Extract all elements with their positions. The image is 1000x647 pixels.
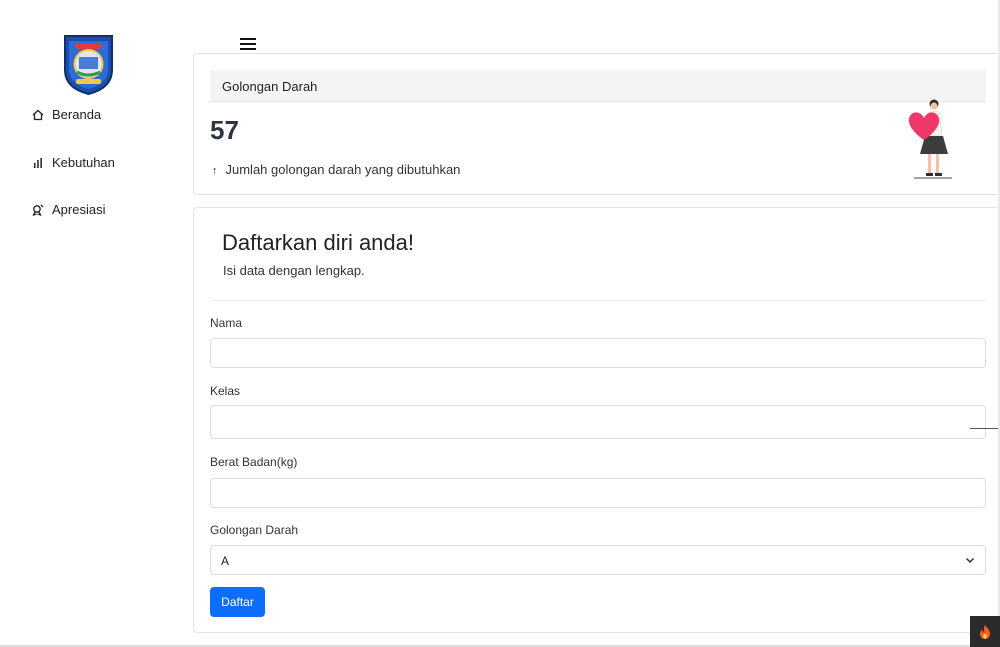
berat-badan-label: Berat Badan(kg) (210, 455, 298, 469)
bar-chart-icon (31, 156, 45, 170)
golongan-darah-label: Golongan Darah (210, 523, 299, 537)
daftar-button[interactable]: Daftar (210, 587, 265, 617)
stat-value: 57 (210, 115, 239, 145)
flame-icon (980, 624, 990, 639)
kelas-input[interactable] (210, 405, 986, 439)
form-divider (210, 300, 986, 301)
debug-toolbar-button[interactable] (970, 616, 1000, 647)
nama-label: Nama (210, 316, 243, 330)
sidebar-item-label: Kebutuhan (52, 155, 115, 170)
chevron-down-icon (965, 557, 975, 564)
regional-emblem-logo (64, 35, 113, 96)
form-title: Daftarkan diri anda! (222, 230, 414, 255)
sidebar: Beranda Kebutuhan Apresiasi (0, 0, 180, 647)
berat-badan-input[interactable] (210, 478, 986, 508)
sidebar-item-beranda[interactable]: Beranda (31, 107, 101, 122)
registration-form-card: Daftarkan diri anda! Isi data dengan len… (193, 207, 1000, 633)
form-subtitle: Isi data dengan lengkap. (223, 263, 365, 278)
sidebar-item-apresiasi[interactable]: Apresiasi (31, 202, 105, 217)
award-icon (31, 203, 45, 217)
sidebar-item-kebutuhan[interactable]: Kebutuhan (31, 155, 115, 170)
stat-description-text: Jumlah golongan darah yang dibutuhkan (225, 162, 461, 177)
golongan-darah-selected: A (221, 554, 230, 568)
menu-toggle-icon[interactable] (240, 38, 256, 50)
arrow-up-icon: ↑ (212, 165, 218, 177)
sidebar-item-label: Beranda (52, 107, 102, 122)
woman-holding-heart-illustration (908, 99, 952, 179)
scroll-marker (970, 428, 1000, 429)
home-icon (31, 108, 45, 122)
stat-card-header: Golongan Darah (210, 70, 986, 102)
kelas-label: Kelas (210, 384, 241, 398)
blood-type-stat-card: Golongan Darah 57 ↑ Jumlah golongan darah… (193, 53, 1000, 195)
nama-input[interactable] (210, 338, 986, 368)
sidebar-item-label: Apresiasi (52, 202, 106, 217)
stat-description: ↑ Jumlah golongan darah yang dibutuhkan (212, 162, 460, 177)
golongan-darah-select[interactable]: A (210, 545, 986, 575)
